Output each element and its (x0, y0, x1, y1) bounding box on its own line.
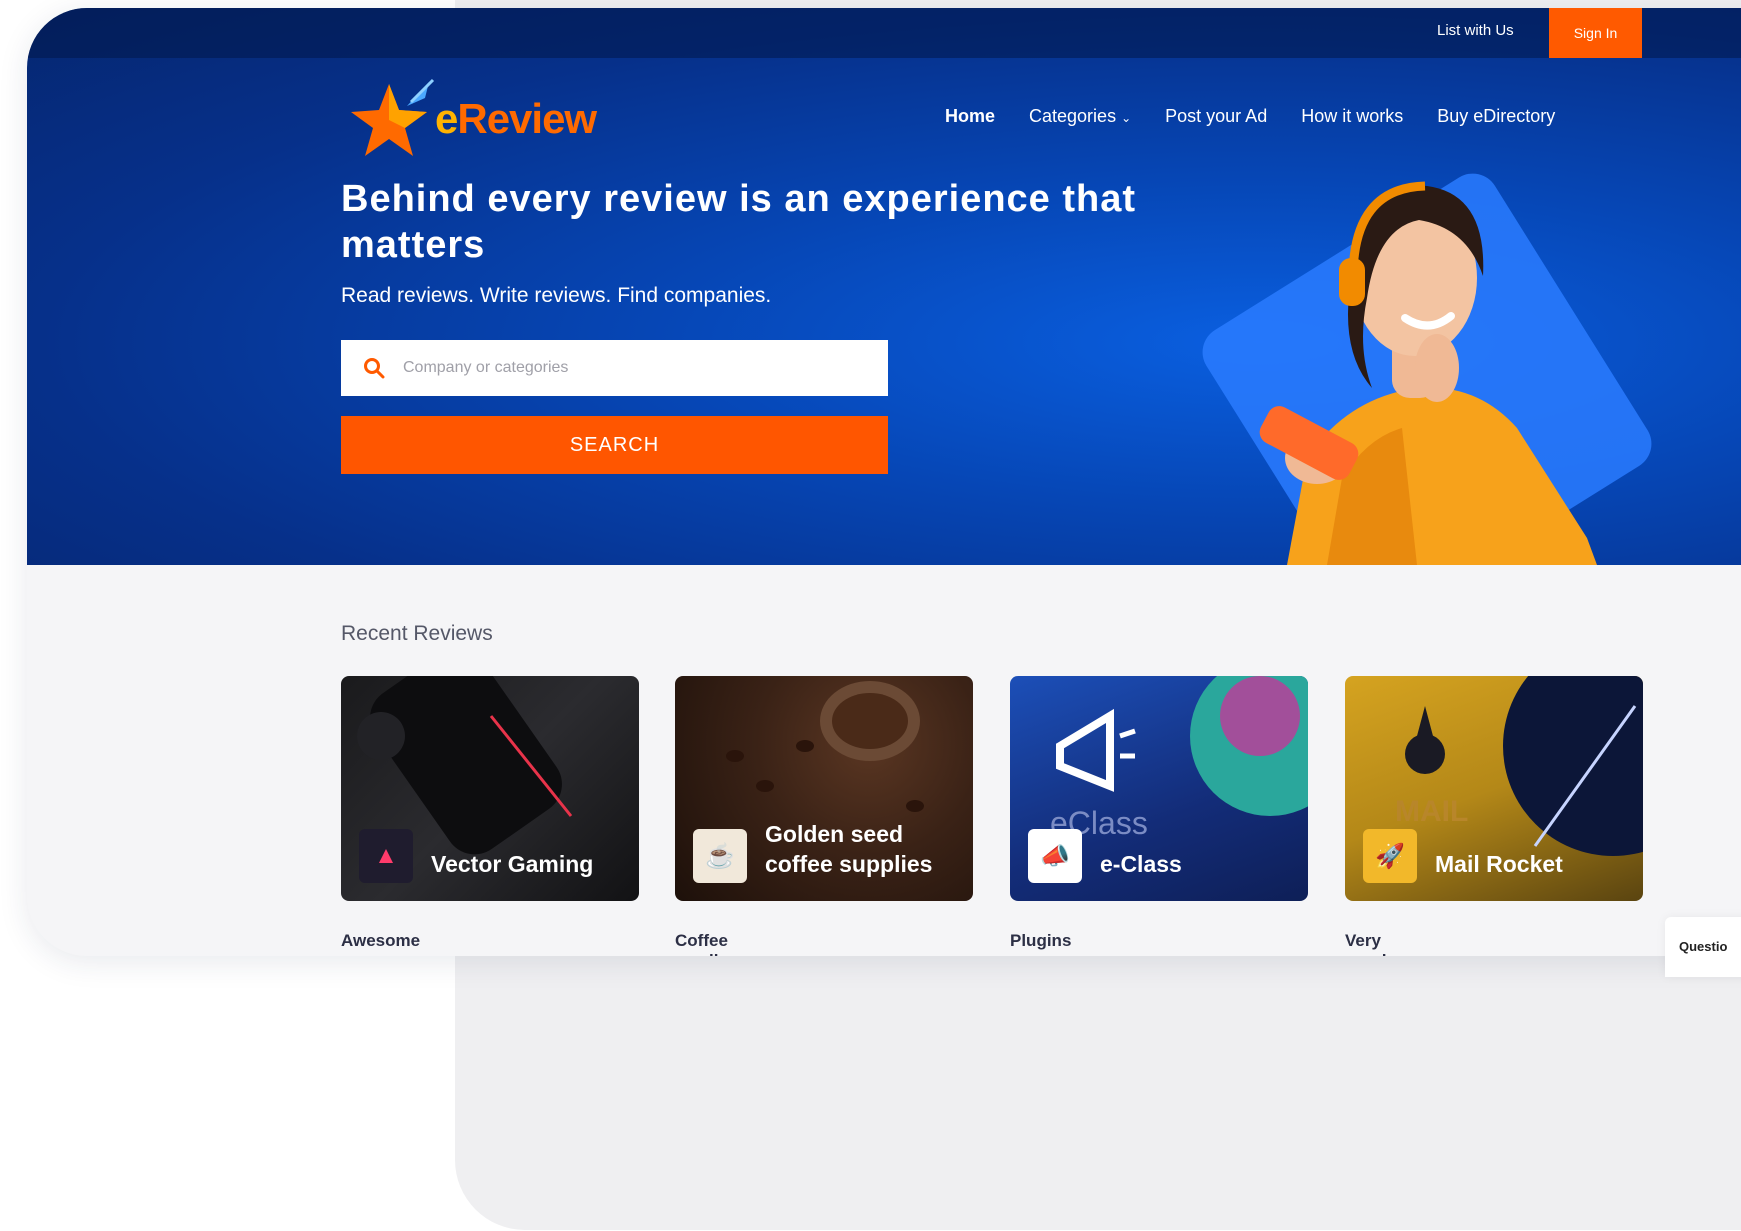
search-icon (364, 358, 385, 379)
review-caption: Very good (1345, 931, 1387, 956)
questions-widget-tab[interactable]: Questio (1665, 917, 1741, 977)
hero-title: Behind every review is an experience tha… (341, 178, 1137, 266)
vector-gaming-logo-icon: ▲ (359, 829, 413, 883)
list-with-us-link[interactable]: List with Us (1437, 22, 1514, 39)
chevron-down-icon: ⌄ (1121, 111, 1132, 125)
recent-reviews-title: Recent Reviews (341, 622, 493, 645)
golden-seed-logo-icon: ☕ (693, 829, 747, 883)
search-input[interactable] (401, 358, 845, 378)
card-title: Golden seed coffee supplies (765, 821, 933, 877)
search-box[interactable] (341, 340, 888, 396)
sign-in-button[interactable]: Sign In (1549, 8, 1642, 58)
nav-home[interactable]: Home (945, 106, 995, 127)
nav-buy-edirectory[interactable]: Buy eDirectory (1437, 106, 1555, 127)
top-utility-bar: List with Us Sign In (27, 8, 1741, 58)
card-title: Mail Rocket (1435, 851, 1563, 877)
hero-subtitle: Read reviews. Write reviews. Find compan… (341, 284, 772, 307)
card-title: e-Class (1100, 851, 1182, 877)
star-rocket-logo-icon (351, 78, 435, 156)
review-card-mail-rocket[interactable]: MAIL 🚀 Mail Rocket (1345, 676, 1643, 901)
review-caption: Coffee smell (675, 931, 728, 956)
nav-categories[interactable]: Categories ⌄ (1029, 106, 1131, 127)
nav-how-it-works[interactable]: How it works (1301, 106, 1403, 127)
review-card-e-class[interactable]: eClass 📣 e-Class (1010, 676, 1308, 901)
hero-section: List with Us Sign In eReview Home Catego… (27, 8, 1741, 565)
logo[interactable]: eReview (349, 76, 597, 162)
review-caption: Awesome (341, 931, 421, 950)
review-caption: Plugins (1010, 931, 1072, 950)
logo-text: eReview (435, 95, 597, 142)
review-card-vector-gaming[interactable]: ▲ Vector Gaming (341, 676, 639, 901)
megaphone-icon: 📣 (1028, 829, 1082, 883)
svg-text:MAIL: MAIL (1395, 795, 1468, 828)
hero-woman-illustration (1202, 173, 1652, 565)
mail-rocket-logo-icon: 🚀 (1363, 829, 1417, 883)
browser-window: List with Us Sign In eReview Home Catego… (27, 8, 1741, 956)
main-nav: Home Categories ⌄ Post your Ad How it wo… (945, 106, 1555, 127)
card-title: Vector Gaming (431, 851, 594, 877)
review-card-golden-seed[interactable]: ☕ Golden seed coffee supplies (675, 676, 973, 901)
search-button[interactable]: SEARCH (341, 416, 888, 474)
nav-post-ad[interactable]: Post your Ad (1165, 106, 1267, 127)
